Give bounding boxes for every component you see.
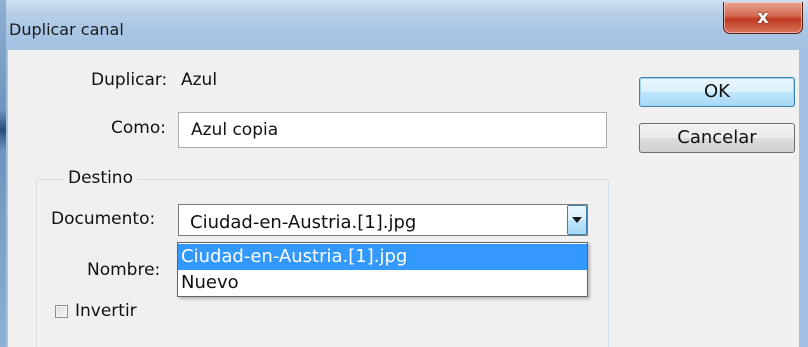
chevron-down-icon xyxy=(572,217,582,223)
window-title: Duplicar canal xyxy=(9,20,124,39)
cancel-button[interactable]: Cancelar xyxy=(639,123,795,153)
nombre-label: Nombre: xyxy=(87,260,161,280)
dialog-window: Duplicar canal x Duplicar: Azul Como: Az… xyxy=(0,0,808,347)
invertir-checkbox[interactable] xyxy=(55,305,68,318)
duplicar-label: Duplicar: xyxy=(91,70,168,90)
ok-button[interactable]: OK xyxy=(639,77,795,107)
destino-legend: Destino xyxy=(64,168,137,188)
invertir-label: Invertir xyxy=(75,301,137,321)
como-input-value: Azul copia xyxy=(191,120,279,140)
dropdown-option-document[interactable]: Ciudad-en-Austria.[1].jpg xyxy=(178,244,587,270)
dropdown-toggle-button[interactable] xyxy=(567,205,587,235)
documento-select[interactable]: Ciudad-en-Austria.[1].jpg xyxy=(178,204,588,236)
close-icon: x xyxy=(757,7,769,28)
documento-select-value: Ciudad-en-Austria.[1].jpg xyxy=(190,212,417,233)
como-label: Como: xyxy=(111,118,166,138)
close-button[interactable]: x xyxy=(723,2,803,34)
documento-dropdown-list: Ciudad-en-Austria.[1].jpg Nuevo xyxy=(177,242,588,297)
documento-label: Documento: xyxy=(51,209,156,229)
como-input[interactable]: Azul copia xyxy=(178,112,607,148)
dropdown-option-nuevo[interactable]: Nuevo xyxy=(178,270,587,296)
dialog-client-area: Duplicar: Azul Como: Azul copia OK Cance… xyxy=(8,50,799,347)
duplicar-value: Azul xyxy=(181,70,218,90)
